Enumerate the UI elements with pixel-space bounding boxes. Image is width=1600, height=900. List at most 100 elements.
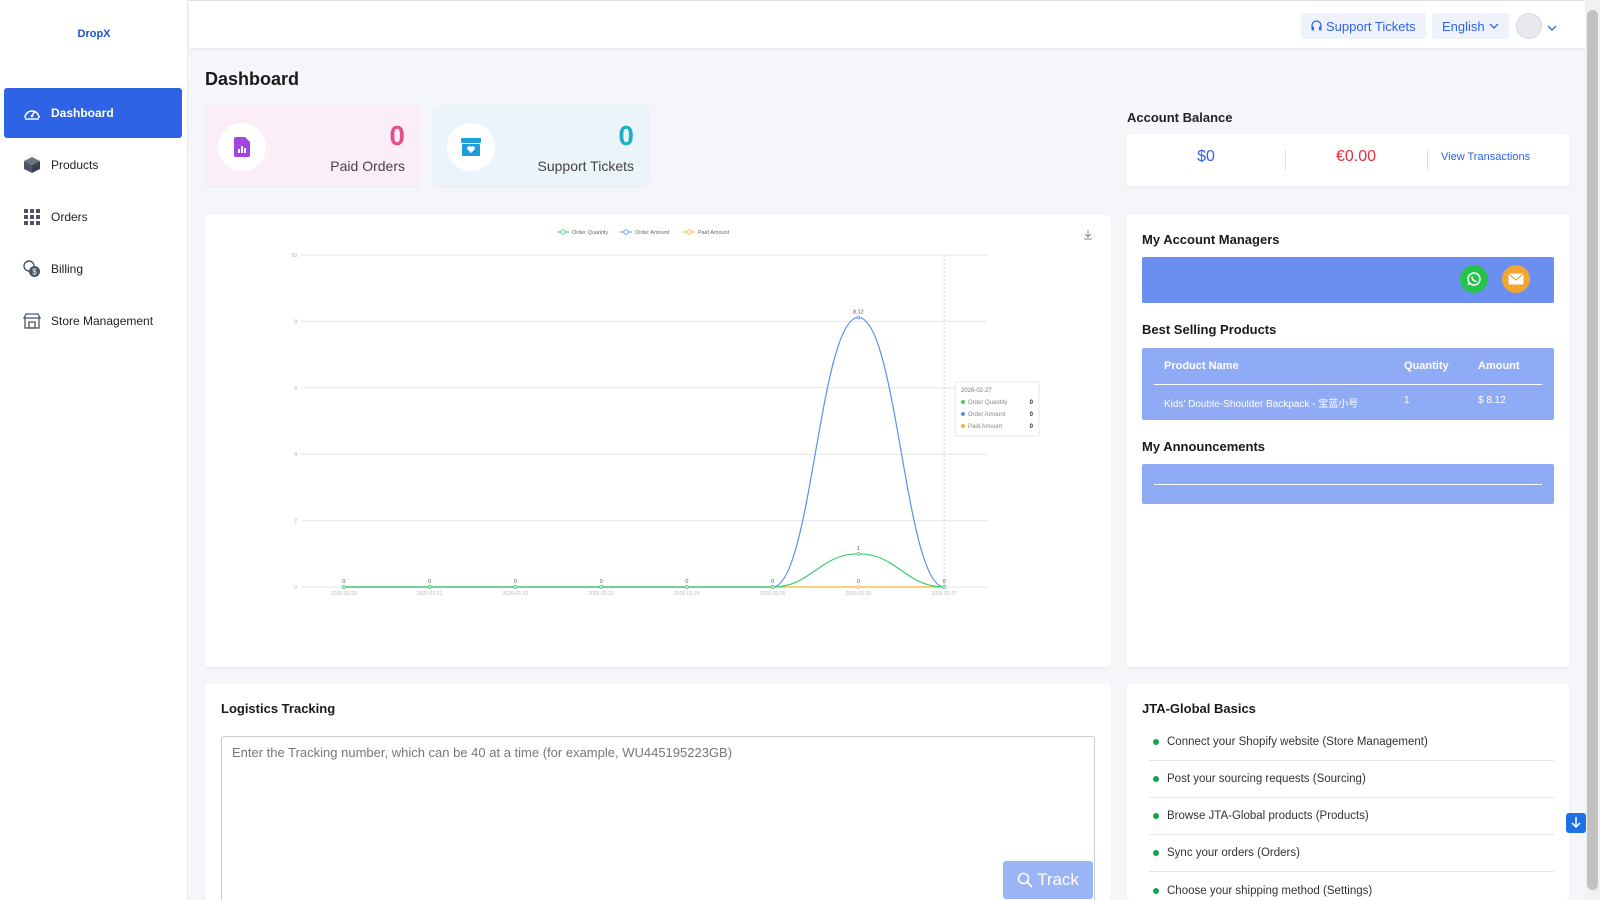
list-item[interactable]: Browse JTA-Global products (Products) [1149,798,1554,835]
view-transactions-link[interactable]: View Transactions [1441,151,1530,163]
support-tickets-card[interactable]: 0 Support Tickets [434,106,648,186]
report-file-icon [234,137,250,157]
y-tick-label: 8 [294,319,297,325]
data-point [342,585,346,589]
legend-label: Order Quantity [572,230,608,236]
data-label: 0 [514,579,517,585]
headset-icon [1311,20,1322,32]
orders-line-chart: 02468102026-02-20 2026-02-21 2026-02-22 202… [291,229,1040,597]
amount-cell: $ 8.12 [1478,395,1506,406]
sidebar-item-billing[interactable]: $ Billing [4,244,182,294]
list-item[interactable]: Choose your shipping method (Settings) [1149,872,1554,900]
chevron-down-icon[interactable] [1547,19,1557,34]
support-tickets-stat-label: Support Tickets [537,158,635,174]
email-icon[interactable] [1502,265,1530,293]
tooltip-date: 2026-02-27 [961,388,992,394]
page-scrollbar[interactable] [1585,0,1600,900]
sidebar-item-products[interactable]: Products [4,140,182,190]
product-name-cell[interactable]: Kids' Double-Shoulder Backpack - 宝蓝小号 [1164,395,1358,410]
column-header: Product Name [1164,360,1239,372]
tooltip-series-name: Order Quantity [968,400,1007,406]
sidebar-item-store-management[interactable]: Store Management [4,296,182,346]
data-point [599,585,603,589]
account-manager-card [1142,257,1554,303]
sidebar-item-orders[interactable]: Orders [4,192,182,242]
sidebar-item-label: Products [51,158,99,172]
data-point [856,585,861,589]
sidebar: DropX Dashboard Products Orders $ Billin… [0,0,188,900]
bullet-dot [1153,813,1159,819]
x-tick-label: 2026-02-21 [417,591,443,597]
scrollbar-thumb[interactable] [1587,10,1598,890]
sidebar-item-dashboard[interactable]: Dashboard [4,88,182,138]
balance-usd: $0 [1197,148,1215,165]
legend-label: Order Amount [635,230,670,236]
track-button[interactable]: Track [1003,861,1093,899]
account-balance-title: Account Balance [1127,110,1233,125]
table-divider [1154,384,1542,385]
data-label: 1 [857,546,860,552]
list-item[interactable]: Connect your Shopify website (Store Mana… [1149,724,1554,761]
x-tick-label: 2026-02-24 [674,591,700,597]
account-managers-title: My Account Managers [1142,232,1280,247]
data-label: 0 [342,579,345,585]
announcements-title: My Announcements [1142,439,1266,454]
sidebar-item-label: Orders [51,210,88,224]
store-icon [22,311,42,331]
scroll-down-button[interactable] [1566,813,1586,833]
support-tickets-value: 0 [618,120,634,151]
data-point [770,585,775,589]
support-tickets-button[interactable]: Support Tickets [1301,13,1426,39]
sidebar-item-label: Dashboard [51,106,114,120]
x-tick-label: 2026-02-23 [588,591,614,597]
data-point [856,551,861,556]
arrow-down-icon [1571,817,1581,829]
list-item-label: Browse JTA-Global products (Products) [1167,810,1369,822]
list-item-label: Post your sourcing requests (Sourcing) [1167,773,1366,785]
legend-marker [623,229,629,235]
tracking-number-input[interactable] [221,736,1095,900]
announcement-divider [1154,484,1542,485]
list-item[interactable]: Post your sourcing requests (Sourcing) [1149,761,1554,798]
list-item[interactable]: Sync your orders (Orders) [1149,835,1554,872]
x-tick-label: 2026-02-25 [760,591,786,597]
list-item-label: Choose your shipping method (Settings) [1167,884,1373,897]
support-tickets-icon-circle [447,123,495,171]
brand-logo[interactable]: DropX [0,28,188,40]
tooltip-series-name: Order Amount [968,412,1006,418]
paid-orders-icon-circle [218,123,266,171]
box-icon [22,155,42,175]
data-label: 0 [685,579,688,585]
avatar[interactable] [1516,13,1542,39]
data-point [513,585,518,589]
x-tick-label: 2026-02-26 [846,591,872,597]
y-tick-label: 10 [291,253,297,259]
sidebar-nav: Dashboard Products Orders $ Billing Stor… [4,88,182,348]
basics-panel: JTA-Global Basics Connect your Shopify w… [1127,684,1569,900]
logistics-panel: Logistics Tracking Track [205,684,1111,900]
page-title: Dashboard [205,69,300,89]
paid-orders-card[interactable]: 0 Paid Orders [205,106,419,186]
legend-marker [686,229,692,235]
language-select[interactable]: English [1432,13,1509,39]
data-label: 0 [428,579,431,585]
quantity-cell: 1 [1404,395,1410,406]
data-point [427,585,432,589]
balance-eur: €0.00 [1335,148,1377,165]
whatsapp-icon[interactable] [1460,265,1488,293]
y-tick-label: 4 [294,452,297,458]
announcements-box [1142,464,1554,504]
logistics-title: Logistics Tracking [221,701,336,716]
tooltip-marker [961,400,965,404]
series-line-1 [343,316,945,588]
download-icon[interactable] [1083,230,1093,240]
best-selling-table: Product Name Quantity Amount Kids' Doubl… [1142,348,1554,420]
bullet-dot [1153,739,1159,745]
tooltip-marker [961,412,965,416]
series-line-0 [343,553,945,588]
data-label: 0 [600,579,603,585]
data-label: 0 [857,579,860,585]
top-header: Support Tickets English [189,0,1585,48]
bullet-dot [1153,776,1159,782]
right-info-panel: My Account Managers Best Selling Product… [1127,215,1569,667]
